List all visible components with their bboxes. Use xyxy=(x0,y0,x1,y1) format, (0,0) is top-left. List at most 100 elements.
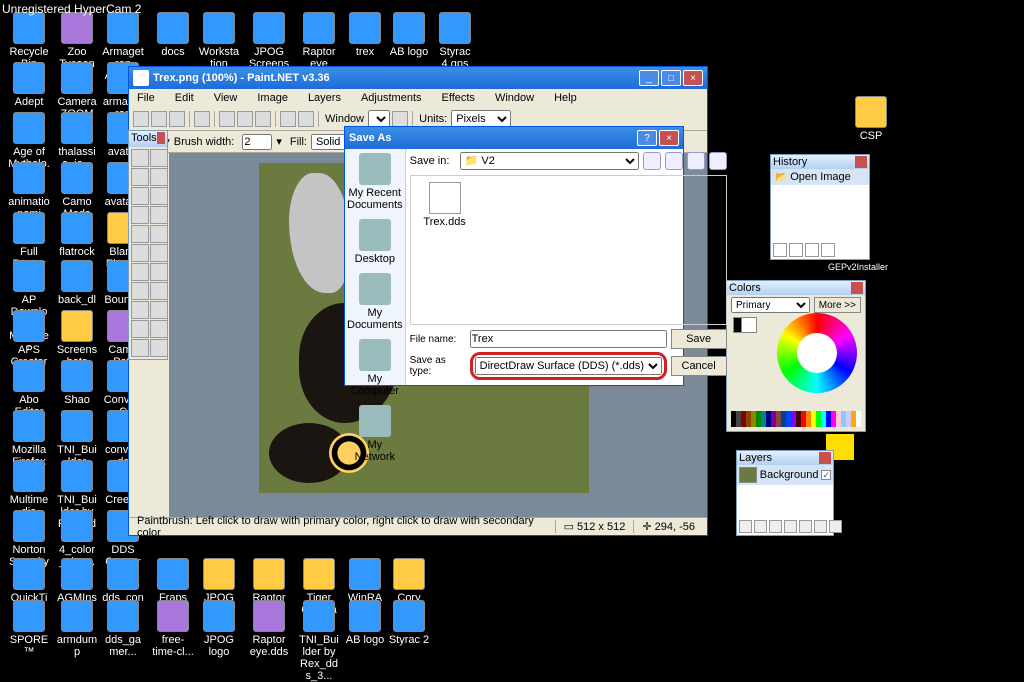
palette-swatch[interactable] xyxy=(856,411,861,427)
saveas-close-button[interactable]: × xyxy=(659,130,679,146)
desktop-icon[interactable]: Styrac 2 xyxy=(388,600,430,646)
layers-close-icon[interactable] xyxy=(819,452,831,464)
lasso-tool[interactable] xyxy=(131,168,149,186)
move-selection-tool[interactable] xyxy=(150,149,168,167)
print-button[interactable] xyxy=(194,111,210,127)
desktop-icon[interactable]: free-time-cl... xyxy=(152,600,194,658)
freeform-tool[interactable] xyxy=(150,339,168,357)
window-select[interactable] xyxy=(368,110,390,128)
back-button[interactable] xyxy=(643,152,661,170)
layer-duplicate-button[interactable] xyxy=(769,520,782,533)
redo-button[interactable] xyxy=(298,111,314,127)
desktop-icon[interactable]: CSP xyxy=(850,96,892,142)
color-picker-tool[interactable] xyxy=(150,263,168,281)
line-tool[interactable] xyxy=(150,301,168,319)
savetype-select[interactable]: DirectDraw Surface (DDS) (*.dds) xyxy=(475,357,662,375)
pdn-titlebar[interactable]: Trex.png (100%) - Paint.NET v3.36 _ □ × xyxy=(129,67,707,89)
tools-close-icon[interactable] xyxy=(157,132,165,144)
history-redo-button[interactable] xyxy=(805,243,819,257)
desktop-icon[interactable]: JPOG logo xyxy=(198,600,240,658)
layer-delete-button[interactable] xyxy=(754,520,767,533)
pan-tool[interactable] xyxy=(150,206,168,224)
cancel-button[interactable]: Cancel xyxy=(671,356,727,376)
filename-input[interactable] xyxy=(470,330,667,348)
menu-edit[interactable]: Edit xyxy=(171,91,198,105)
tools-palette[interactable]: Tools xyxy=(128,130,168,360)
magic-wand-tool[interactable] xyxy=(131,206,149,224)
history-rewind-button[interactable] xyxy=(773,243,787,257)
layer-visible-checkbox[interactable]: ✓ xyxy=(821,470,831,480)
colors-more-button[interactable]: More >> xyxy=(814,297,861,313)
layer-add-button[interactable] xyxy=(739,520,752,533)
desktop-icon[interactable]: AB logo xyxy=(388,12,430,58)
desktop-icon[interactable]: Raptor eye xyxy=(298,12,340,70)
layers-palette[interactable]: Layers Background ✓ xyxy=(736,450,834,536)
brush-width-input[interactable] xyxy=(242,134,272,150)
history-ff-button[interactable] xyxy=(821,243,835,257)
layer-props-button[interactable] xyxy=(829,520,842,533)
save-button[interactable] xyxy=(169,111,185,127)
undo-button[interactable] xyxy=(280,111,296,127)
open-button[interactable] xyxy=(151,111,167,127)
cut-button[interactable] xyxy=(219,111,235,127)
close-button[interactable]: × xyxy=(683,70,703,86)
desktop-icon[interactable]: Fraps xyxy=(152,558,194,604)
newfolder-button[interactable] xyxy=(687,152,705,170)
desktop-icon[interactable]: Adept xyxy=(8,62,50,108)
colors-close-icon[interactable] xyxy=(851,282,863,294)
desktop-icon[interactable]: TNI_Builder by Rex_dds_3... xyxy=(298,600,340,682)
desktop-icon[interactable]: armdump xyxy=(56,600,98,658)
menu-window[interactable]: Window xyxy=(491,91,538,105)
history-item[interactable]: 📂 Open Image xyxy=(771,169,869,185)
history-close-icon[interactable] xyxy=(855,156,867,168)
ellipse-select-tool[interactable] xyxy=(131,187,149,205)
file-item[interactable]: Trex.dds xyxy=(417,182,473,228)
desktop-icon[interactable]: trex xyxy=(344,12,386,58)
rounded-rect-tool[interactable] xyxy=(150,320,168,338)
desktop-icon[interactable]: dds_gamer... xyxy=(102,600,144,658)
place-my-computer[interactable]: My Computer xyxy=(347,339,403,397)
desktop-icon[interactable]: Raptor eye.dds xyxy=(248,600,290,658)
layer-up-button[interactable] xyxy=(799,520,812,533)
history-undo-button[interactable] xyxy=(789,243,803,257)
desktop-icon[interactable]: docs xyxy=(152,12,194,58)
rectangle-tool[interactable] xyxy=(131,320,149,338)
paste-button[interactable] xyxy=(255,111,271,127)
views-button[interactable] xyxy=(709,152,727,170)
desktop-icon[interactable]: AB logo xyxy=(344,600,386,646)
place-my-network[interactable]: My Network xyxy=(347,405,403,463)
rect-select-tool[interactable] xyxy=(131,149,149,167)
place-my-recent-documents[interactable]: My Recent Documents xyxy=(347,153,403,211)
menu-image[interactable]: Image xyxy=(253,91,292,105)
gradient-tool[interactable] xyxy=(150,225,168,243)
desktop-icon[interactable]: Workstation xyxy=(198,12,240,70)
save-button[interactable]: Save xyxy=(671,329,727,349)
layer-merge-button[interactable] xyxy=(784,520,797,533)
layer-down-button[interactable] xyxy=(814,520,827,533)
colors-palette[interactable]: Colors Primary More >> xyxy=(726,280,866,432)
eraser-tool[interactable] xyxy=(150,244,168,262)
paint-bucket-tool[interactable] xyxy=(131,225,149,243)
recolor-tool[interactable] xyxy=(150,282,168,300)
zoom-button[interactable] xyxy=(392,111,408,127)
history-palette[interactable]: History 📂 Open Image xyxy=(770,154,870,260)
file-list[interactable]: Trex.dds xyxy=(410,175,727,325)
clone-stamp-tool[interactable] xyxy=(131,282,149,300)
paintbrush-tool[interactable] xyxy=(131,244,149,262)
layer-row[interactable]: Background ✓ xyxy=(737,465,833,485)
text-tool[interactable] xyxy=(131,301,149,319)
color-wheel[interactable] xyxy=(777,313,857,393)
desktop-icon[interactable]: flatrock xyxy=(56,212,98,258)
color-mode-select[interactable]: Primary xyxy=(731,297,810,313)
color-swatches[interactable] xyxy=(733,317,757,341)
maximize-button[interactable]: □ xyxy=(661,70,681,86)
pencil-tool[interactable] xyxy=(131,263,149,281)
desktop-icon[interactable]: Styrac 4.gps xyxy=(434,12,476,70)
menu-file[interactable]: File xyxy=(133,91,159,105)
desktop-icon[interactable]: Shao xyxy=(56,360,98,406)
color-palette-strip[interactable] xyxy=(731,411,861,427)
minimize-button[interactable]: _ xyxy=(639,70,659,86)
desktop-icon[interactable]: back_dl xyxy=(56,260,98,306)
place-desktop[interactable]: Desktop xyxy=(347,219,403,265)
menu-layers[interactable]: Layers xyxy=(304,91,345,105)
